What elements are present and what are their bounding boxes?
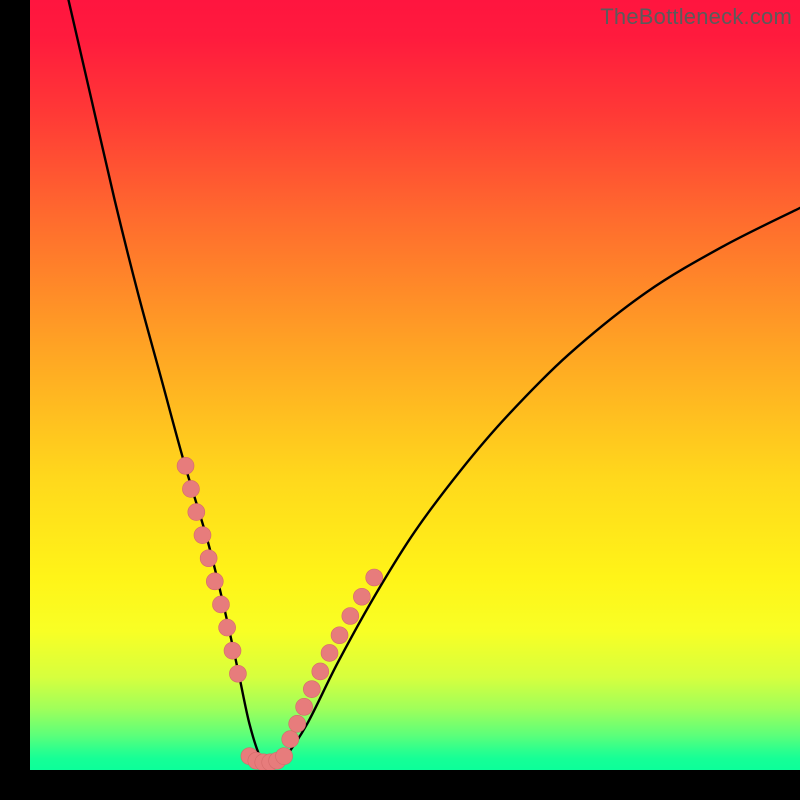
data-dot [194,527,211,544]
data-dot [353,588,370,605]
data-dot [276,748,293,765]
data-dot [331,627,348,644]
dots-left-arm [177,457,246,682]
chart-svg [30,0,800,770]
data-dot [188,504,205,521]
dots-right-arm [282,569,383,748]
data-dot [296,698,313,715]
watermark-text: TheBottleneck.com [600,4,792,30]
data-dot [177,457,194,474]
data-dot [366,569,383,586]
data-dot [312,663,329,680]
plot-area [30,0,800,770]
data-dot [229,665,246,682]
chart-frame: TheBottleneck.com [30,0,800,770]
data-dot [321,644,338,661]
data-dot [303,681,320,698]
data-dot [212,596,229,613]
data-dot [219,619,236,636]
data-dot [289,715,306,732]
data-dot [200,550,217,567]
data-dot [282,731,299,748]
data-dot [206,573,223,590]
data-dot [182,480,199,497]
data-dot [224,642,241,659]
data-dot [342,608,359,625]
bottleneck-curve [69,0,800,766]
dots-trough [241,748,293,770]
